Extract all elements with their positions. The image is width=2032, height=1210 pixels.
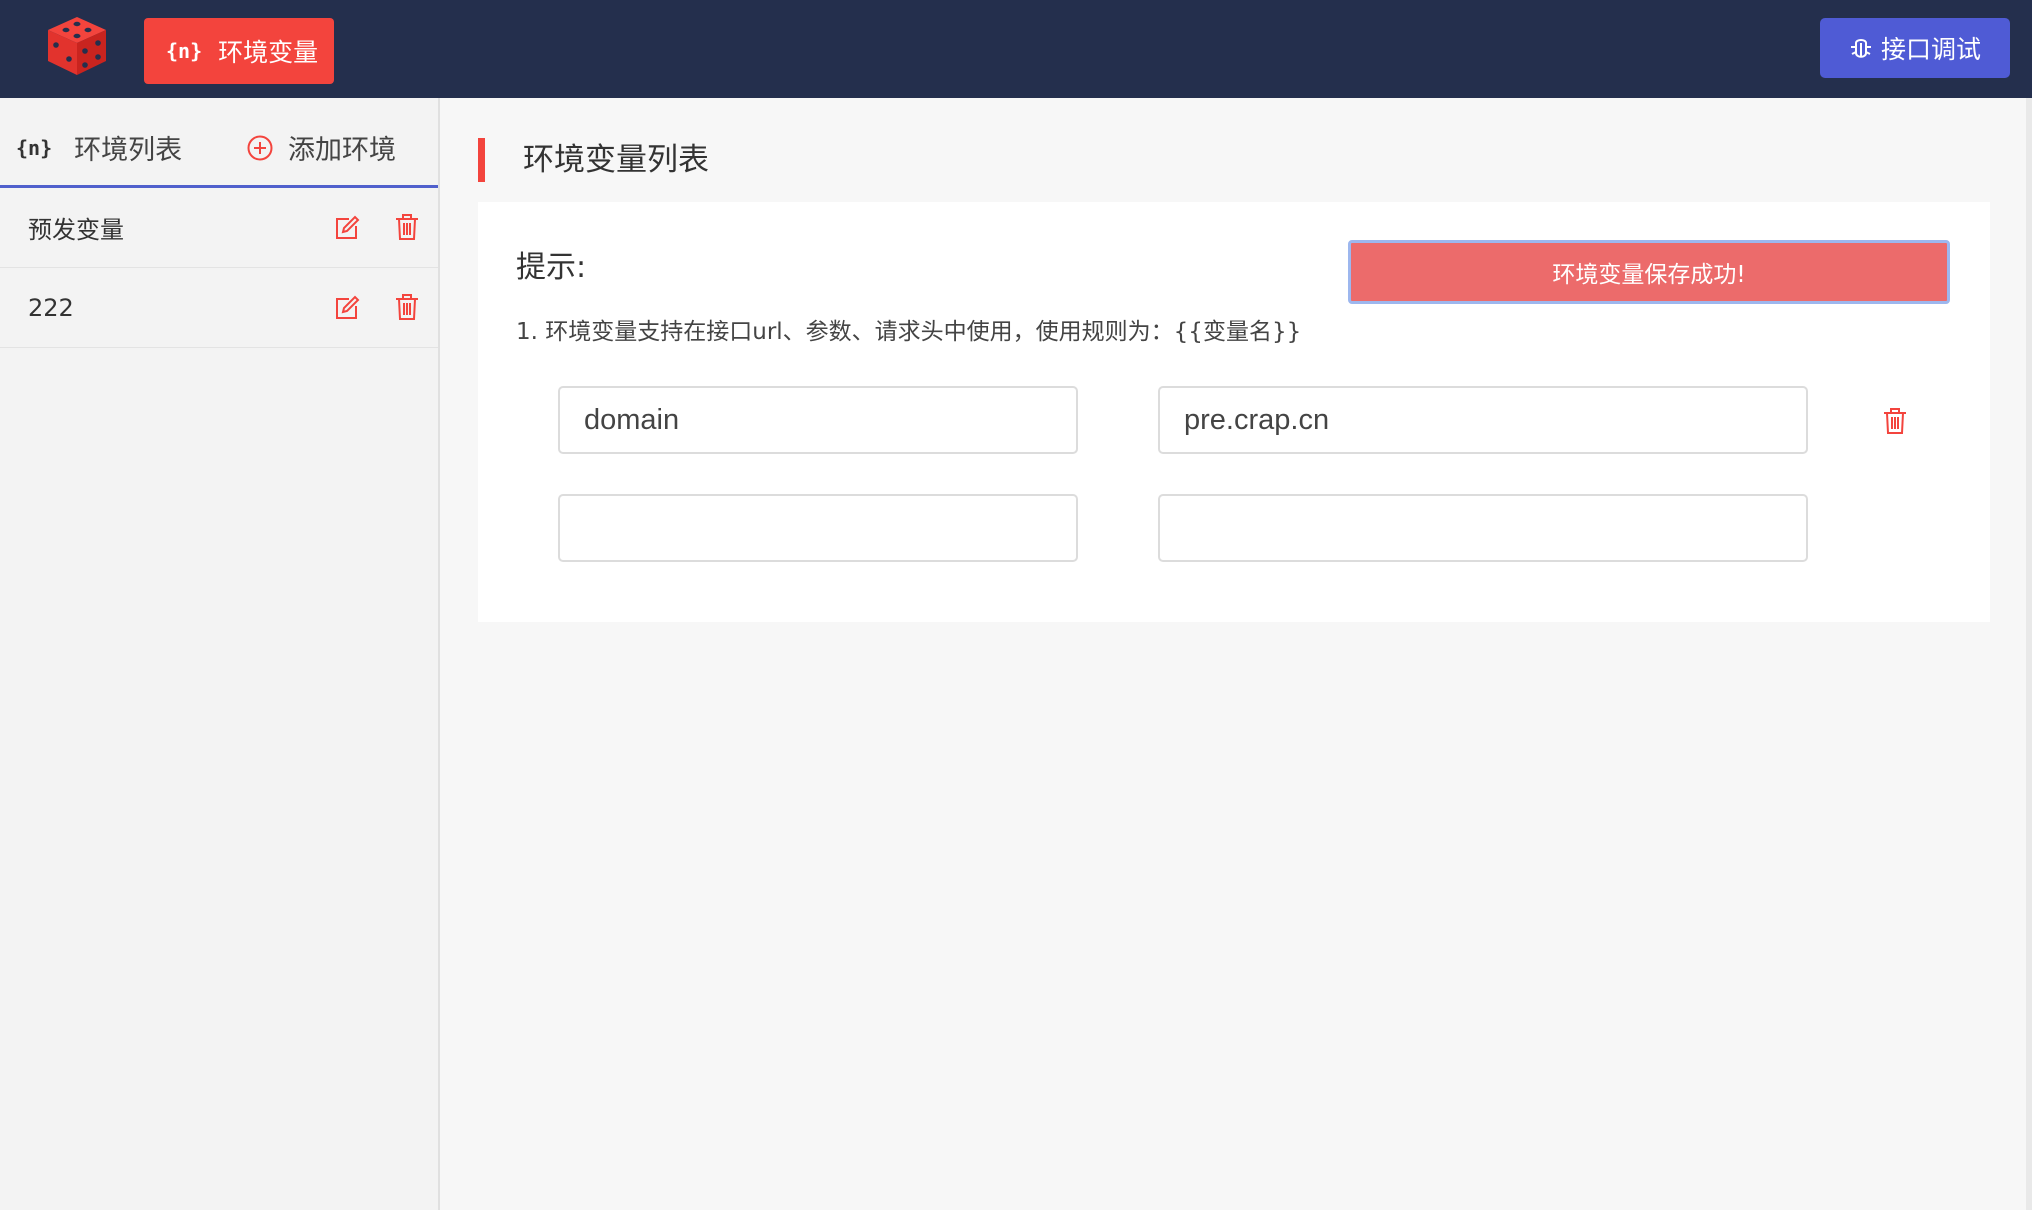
- save-success-toast[interactable]: 环境变量保存成功!: [1348, 240, 1950, 304]
- api-debug-button-label: 接口调试: [1880, 35, 1981, 64]
- env-item-label: 222: [28, 293, 74, 322]
- env-variables-tab-label: 环境变量: [218, 38, 319, 67]
- scrollbar-track[interactable]: [2026, 98, 2032, 1210]
- env-item-label: 预发变量: [28, 216, 124, 244]
- env-variables-tab[interactable]: {n} 环境变量: [144, 18, 334, 84]
- trash-icon[interactable]: [394, 293, 420, 321]
- hint-title: 提示:: [516, 250, 587, 285]
- plus-circle-icon: [247, 135, 273, 160]
- sidebar-item-env[interactable]: 预发变量: [0, 188, 438, 268]
- variable-value-input[interactable]: [1158, 386, 1808, 454]
- api-debug-button[interactable]: 接口调试: [1820, 18, 2010, 78]
- variable-value-input[interactable]: [1158, 494, 1808, 562]
- tab-add-env-label: 添加环境: [288, 135, 396, 166]
- tab-add-env[interactable]: 添加环境: [246, 128, 396, 167]
- page-title: 环境变量列表: [478, 138, 709, 182]
- trash-icon[interactable]: [1882, 407, 1908, 435]
- top-bar: {n} 环境变量 接口调试: [0, 0, 2032, 98]
- braces-n-icon: {n}: [166, 39, 203, 63]
- sidebar: {n} 环境列表 添加环境 预发变量 222: [0, 98, 440, 1210]
- sidebar-item-env[interactable]: 222: [0, 268, 438, 348]
- tab-env-list-label: 环境列表: [74, 135, 183, 166]
- edit-icon[interactable]: [334, 215, 360, 241]
- env-variable-panel: 提示: 1. 环境变量支持在接口url、参数、请求头中使用，使用规则为：{{变量…: [478, 202, 1990, 622]
- variable-name-input[interactable]: [558, 494, 1078, 562]
- sidebar-header: {n} 环境列表 添加环境: [0, 98, 438, 188]
- tab-env-list[interactable]: {n} 环境列表: [16, 128, 182, 167]
- variable-name-input[interactable]: [558, 386, 1078, 454]
- edit-icon[interactable]: [334, 295, 360, 321]
- trash-icon[interactable]: [394, 213, 420, 241]
- hint-text: 1. 环境变量支持在接口url、参数、请求头中使用，使用规则为：{{变量名}}: [516, 319, 1302, 345]
- dice-logo-icon[interactable]: [44, 13, 110, 79]
- bug-icon: [1850, 39, 1871, 58]
- braces-n-icon: {n}: [16, 135, 53, 160]
